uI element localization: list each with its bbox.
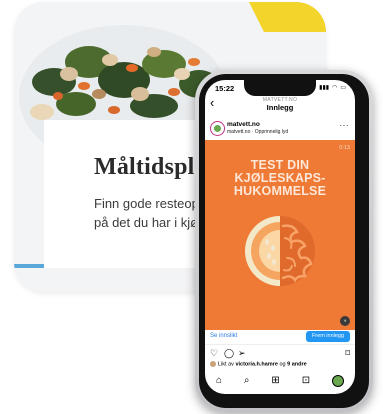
post-username[interactable]: matvett.no — [227, 121, 260, 128]
phone-notch — [244, 80, 316, 96]
phone-mockup: 15:22 ▮▮▮ ◠ ▭ ‹ MATVETT.NO Innlegg matve… — [195, 70, 373, 412]
bookmark-icon[interactable]: ⌑ — [345, 348, 350, 359]
likes-count[interactable]: 9 andre — [287, 361, 307, 367]
battery-icon: ▭ — [340, 85, 346, 91]
bottom-tab-bar: ⌂ ⌕ ⊞ ⊡ — [205, 372, 355, 390]
post-actions: ♡ ◯ ➢ ⌑ — [205, 348, 355, 360]
nav-title: Innlegg — [266, 103, 294, 112]
post-media[interactable]: 0:13 TEST DIN KJØLESKAPS- HUKOMMELSE ◖ — [205, 140, 355, 330]
heart-icon[interactable]: ♡ — [210, 348, 218, 359]
melon-brain-illustration — [245, 216, 315, 286]
post-header: matvett.no matvett.no · Opprinnelig lyd … — [205, 120, 355, 138]
shop-icon[interactable]: ⊡ — [302, 375, 310, 387]
wifi-icon: ◠ — [332, 85, 338, 91]
post-headline: TEST DIN KJØLESKAPS- HUKOMMELSE — [205, 159, 355, 198]
likes-line: Likt av victoria.h.hamre og 9 andre — [210, 361, 307, 367]
search-icon[interactable]: ⌕ — [244, 375, 250, 387]
likes-prefix: Likt av — [218, 361, 236, 368]
post-audio-label[interactable]: matvett.no · Opprinnelig lyd — [227, 129, 288, 135]
share-icon[interactable]: ➢ — [238, 348, 246, 359]
post-nav-bar: ‹ MATVETT.NO Innlegg — [205, 94, 355, 116]
avatar-logo — [214, 125, 221, 132]
comment-icon[interactable]: ◯ — [224, 348, 234, 359]
mute-icon[interactable]: ◖ — [340, 316, 350, 326]
avatar[interactable] — [210, 121, 225, 136]
likes-user[interactable]: victoria.h.hamre — [235, 361, 278, 367]
status-icons: ▮▮▮ ◠ ▭ — [319, 84, 346, 91]
more-icon[interactable]: ··· — [340, 121, 350, 130]
post-cta-bar: Se innslikt Frem innlegg — [205, 330, 355, 345]
status-time: 15:22 — [215, 84, 235, 93]
liker-avatar — [210, 361, 216, 367]
create-icon[interactable]: ⊞ — [271, 375, 279, 387]
headline-line: HUKOMMELSE — [233, 184, 327, 198]
signal-icon: ▮▮▮ — [319, 85, 330, 91]
view-insights-link[interactable]: Se innslikt — [210, 333, 237, 339]
likes-mid: og — [277, 361, 288, 368]
profile-icon[interactable] — [332, 375, 345, 387]
phone-screen: 15:22 ▮▮▮ ◠ ▭ ‹ MATVETT.NO Innlegg matve… — [205, 80, 355, 394]
video-timestamp: 0:13 — [339, 145, 350, 151]
home-icon[interactable]: ⌂ — [216, 375, 222, 387]
boost-post-button[interactable]: Frem innlegg — [306, 331, 350, 342]
